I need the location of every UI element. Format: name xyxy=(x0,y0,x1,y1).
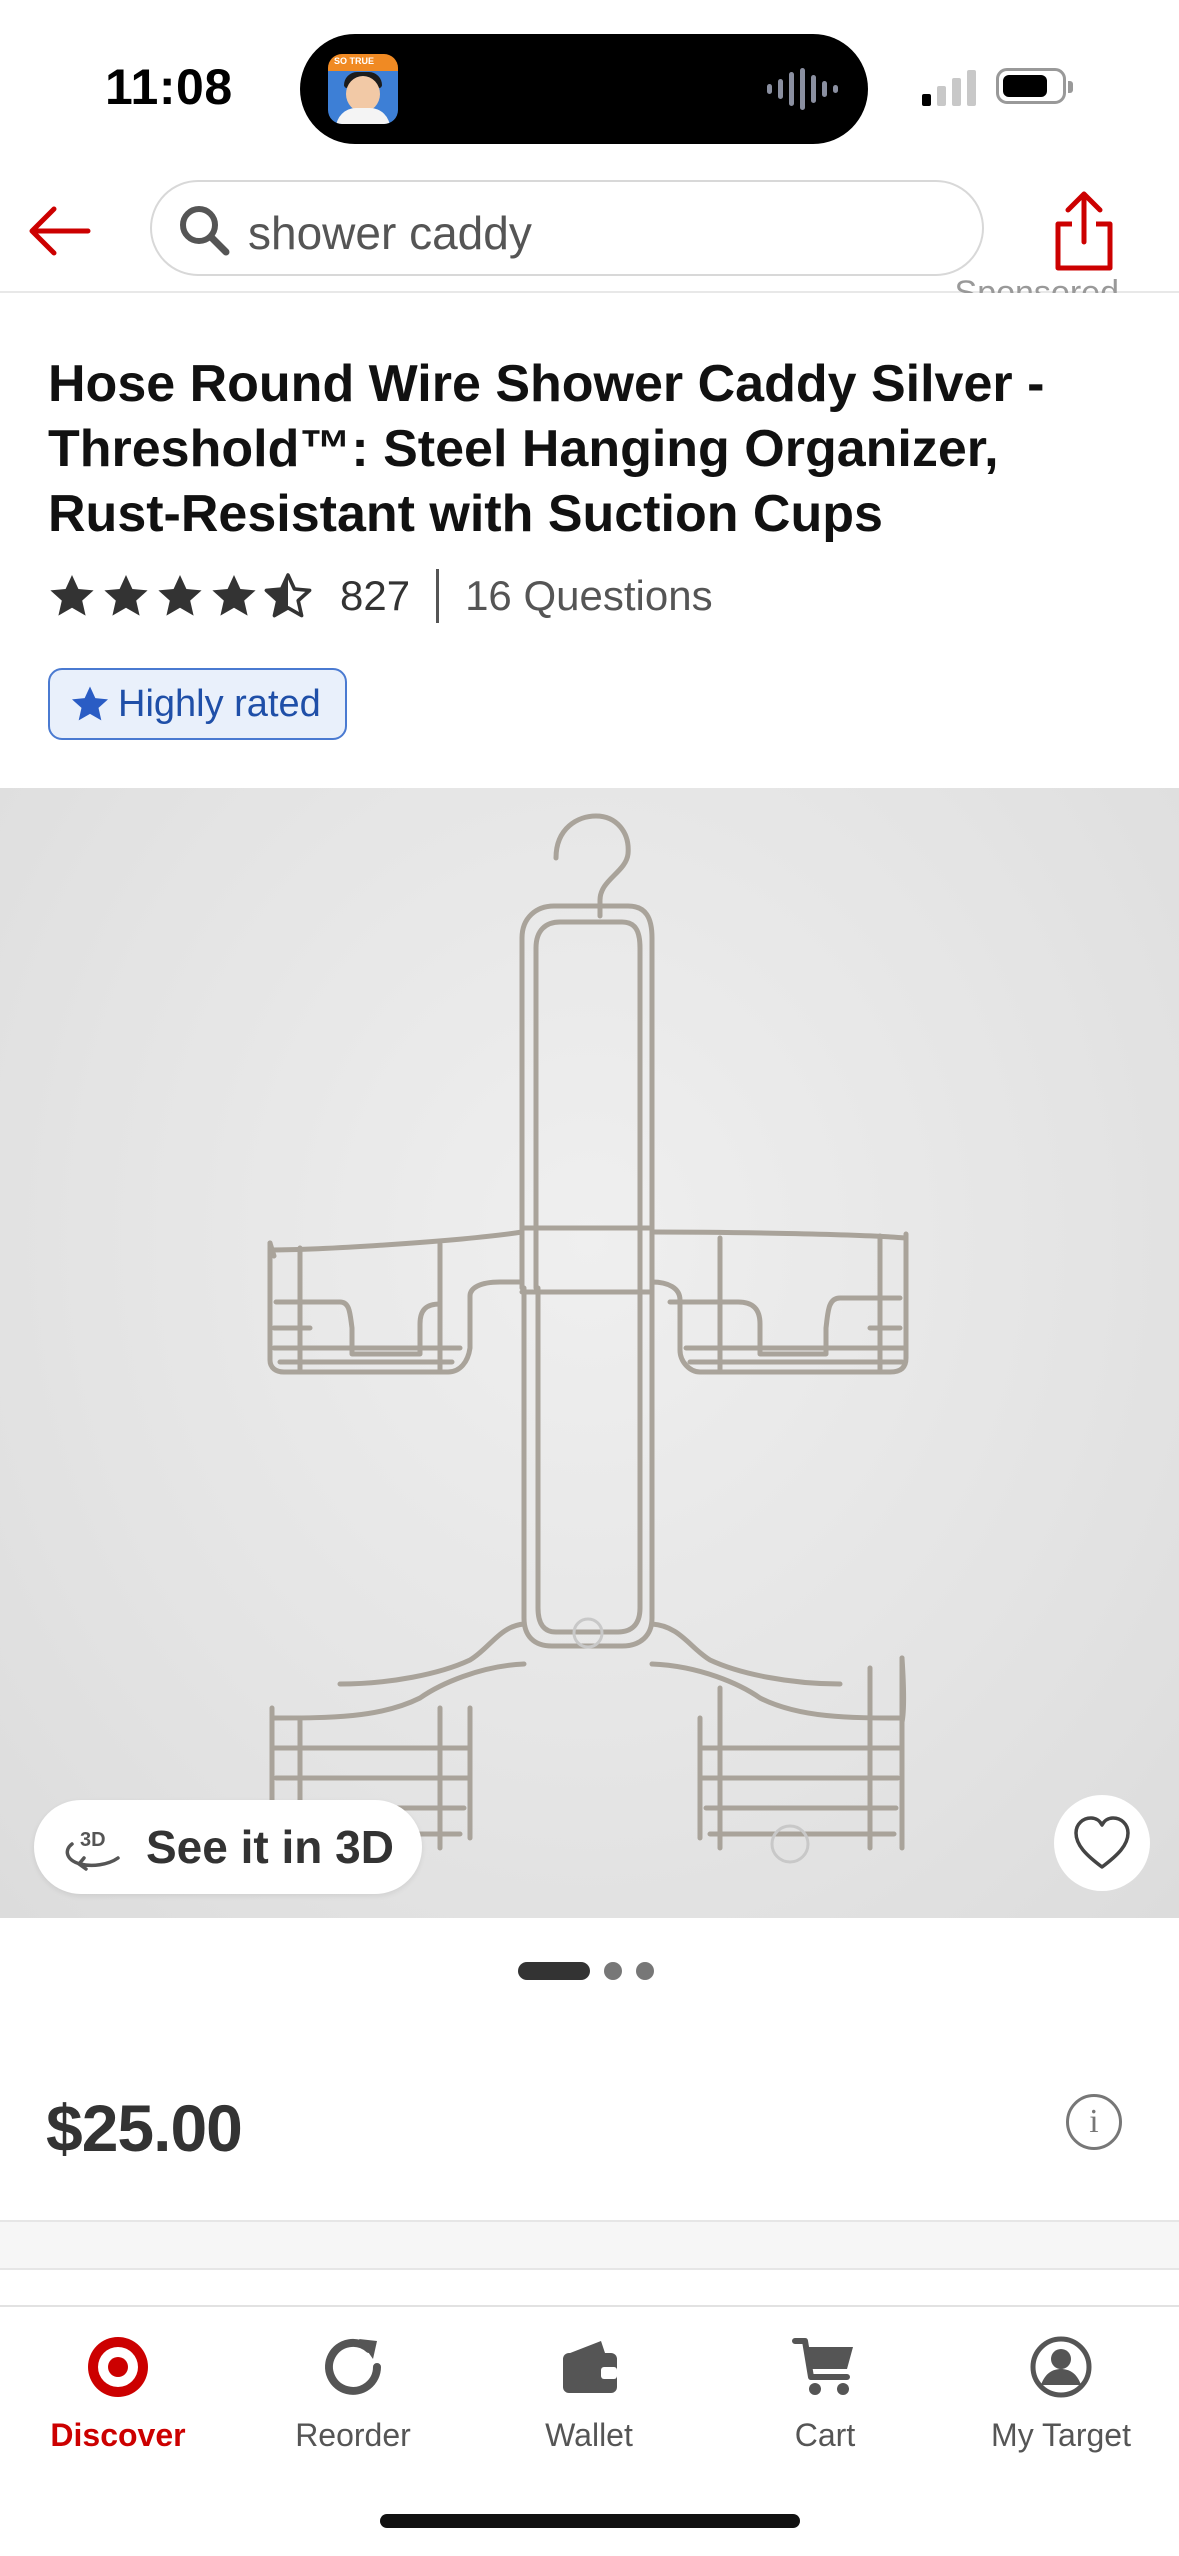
live-activity-thumbnail: SO TRUE xyxy=(328,54,398,124)
pagination-dot[interactable] xyxy=(604,1962,622,1980)
battery-icon xyxy=(996,68,1073,104)
review-count[interactable]: 827 xyxy=(340,572,410,620)
share-button[interactable] xyxy=(1052,188,1116,272)
product-title: Hose Round Wire Shower Caddy Silver - Th… xyxy=(48,355,1045,543)
tab-reorder[interactable]: Reorder xyxy=(235,2333,471,2454)
tab-wallet[interactable]: Wallet xyxy=(471,2333,707,2454)
product-image-gallery[interactable]: 3D See it in 3D xyxy=(0,788,1179,1918)
search-icon xyxy=(180,206,230,256)
see-in-3d-button[interactable]: 3D See it in 3D xyxy=(34,1800,422,1894)
star-half-icon xyxy=(264,573,312,618)
search-query-text: shower caddy xyxy=(248,207,532,259)
tab-label: Discover xyxy=(50,2417,186,2453)
home-indicator[interactable] xyxy=(380,2514,800,2528)
section-divider xyxy=(0,2220,1179,2270)
info-icon: i xyxy=(1089,2103,1099,2140)
price-info-button[interactable]: i xyxy=(1066,2094,1122,2150)
highly-rated-badge: Highly rated xyxy=(48,668,347,740)
star-full-icon xyxy=(50,575,94,616)
dynamic-island[interactable]: SO TRUE xyxy=(300,34,868,144)
divider xyxy=(436,569,440,623)
gallery-pagination[interactable] xyxy=(518,1962,654,1980)
tab-label: Wallet xyxy=(545,2417,633,2453)
questions-link[interactable]: 16 Questions xyxy=(465,572,713,620)
pagination-dot[interactable] xyxy=(636,1962,654,1980)
status-bar: 11:08 SO TRUE xyxy=(0,0,1179,170)
search-header: shower caddy Sponsored xyxy=(0,170,1179,293)
cart-icon xyxy=(792,2338,853,2395)
reorder-icon xyxy=(325,2338,381,2395)
product-price: $25.00 xyxy=(46,2091,243,2165)
back-button[interactable] xyxy=(24,196,94,266)
search-input[interactable]: shower caddy xyxy=(150,180,984,276)
tab-label: Reorder xyxy=(295,2417,411,2453)
tab-discover[interactable]: Discover xyxy=(0,2333,236,2454)
favorite-button[interactable] xyxy=(1054,1795,1150,1891)
wallet-icon xyxy=(563,2341,617,2393)
sponsored-label: Sponsored xyxy=(954,274,1119,293)
star-full-icon xyxy=(212,575,256,616)
rating-row[interactable]: 827 16 Questions xyxy=(48,566,713,626)
badge-label: Highly rated xyxy=(118,682,321,725)
star-full-icon xyxy=(158,575,202,616)
tab-my-target[interactable]: My Target xyxy=(943,2333,1179,2454)
product-image xyxy=(267,813,909,1864)
audio-waveform-icon xyxy=(767,68,838,110)
thumbnail-caption: SO TRUE xyxy=(334,56,375,66)
star-full-icon xyxy=(104,575,148,616)
target-logo-icon xyxy=(88,2337,148,2397)
share-icon xyxy=(1055,191,1113,271)
pagination-dot-active[interactable] xyxy=(518,1962,590,1980)
svg-text:3D: 3D xyxy=(80,1829,106,1851)
star-badge-icon xyxy=(72,686,108,721)
back-arrow-icon xyxy=(29,206,91,256)
status-time: 11:08 xyxy=(105,59,233,115)
tab-label: Cart xyxy=(794,2417,856,2453)
see-in-3d-label: See it in 3D xyxy=(146,1821,394,1873)
star-rating xyxy=(48,572,312,620)
heart-icon xyxy=(1074,1816,1130,1869)
3d-view-icon: 3D xyxy=(65,1829,120,1871)
account-icon xyxy=(1030,2336,1092,2398)
cellular-signal-icon xyxy=(922,68,976,106)
tab-cart[interactable]: Cart xyxy=(707,2333,943,2454)
tab-label: My Target xyxy=(991,2417,1131,2453)
